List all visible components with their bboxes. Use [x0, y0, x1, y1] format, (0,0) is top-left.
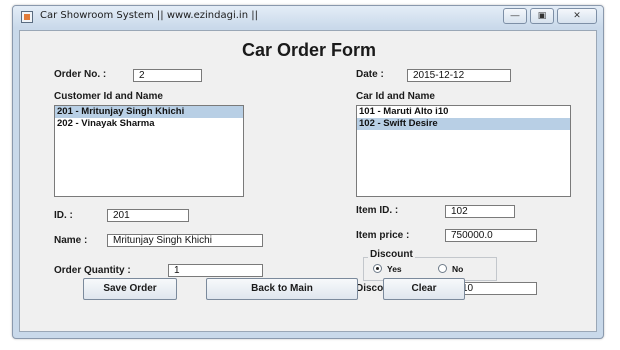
discount-no-label[interactable]: No — [452, 264, 463, 274]
order-no-field[interactable]: 2 — [133, 69, 202, 82]
id-label: ID. : — [54, 210, 73, 221]
close-button[interactable]: ✕ — [557, 8, 597, 24]
list-item[interactable]: 202 - Vinayak Sharma — [55, 118, 243, 130]
car-list[interactable]: 101 - Maruti Alto i10 102 - Swift Desire — [356, 105, 571, 197]
item-price-field[interactable]: 750000.0 — [445, 229, 537, 242]
maximize-button[interactable]: ▣ — [530, 8, 554, 24]
date-label: Date : — [356, 69, 384, 80]
name-label: Name : — [54, 235, 88, 246]
discount-yes-radio[interactable] — [373, 264, 382, 273]
id-field[interactable]: 201 — [107, 209, 189, 222]
car-list-label: Car Id and Name — [356, 91, 435, 102]
list-item[interactable]: 102 - Swift Desire — [357, 118, 570, 130]
item-id-label: Item ID. : — [356, 205, 399, 216]
minimize-button[interactable]: ― — [503, 8, 527, 24]
customer-list-label: Customer Id and Name — [54, 91, 163, 102]
java-app-icon — [21, 11, 33, 23]
title-bar[interactable]: Car Showroom System || www.ezindagi.in |… — [13, 6, 603, 28]
item-price-label: Item price : — [356, 230, 410, 241]
order-quantity-label: Order Quantity : — [54, 265, 131, 276]
list-item[interactable]: 201 - Mritunjay Singh Khichi — [55, 106, 243, 118]
discount-pct-field[interactable]: 10 — [456, 282, 537, 295]
app-window: Car Showroom System || www.ezindagi.in |… — [12, 5, 604, 339]
window-title: Car Showroom System || www.ezindagi.in |… — [40, 10, 258, 21]
back-to-main-button[interactable]: Back to Main — [206, 278, 358, 300]
name-field[interactable]: Mritunjay Singh Khichi — [107, 234, 263, 247]
customer-list[interactable]: 201 - Mritunjay Singh Khichi 202 - Vinaya… — [54, 105, 244, 197]
date-field[interactable]: 2015-12-12 — [407, 69, 511, 82]
discount-no-radio[interactable] — [438, 264, 447, 273]
discount-yes-label[interactable]: Yes — [387, 264, 402, 274]
clear-button[interactable]: Clear — [383, 278, 465, 300]
order-quantity-field[interactable]: 1 — [168, 264, 263, 277]
list-item[interactable]: 101 - Maruti Alto i10 — [357, 106, 570, 118]
item-id-field[interactable]: 102 — [445, 205, 515, 218]
save-order-button[interactable]: Save Order — [83, 278, 177, 300]
form-title: Car Order Form — [241, 40, 377, 60]
discount-group-label: Discount — [368, 249, 415, 260]
order-no-label: Order No. : — [54, 69, 107, 80]
